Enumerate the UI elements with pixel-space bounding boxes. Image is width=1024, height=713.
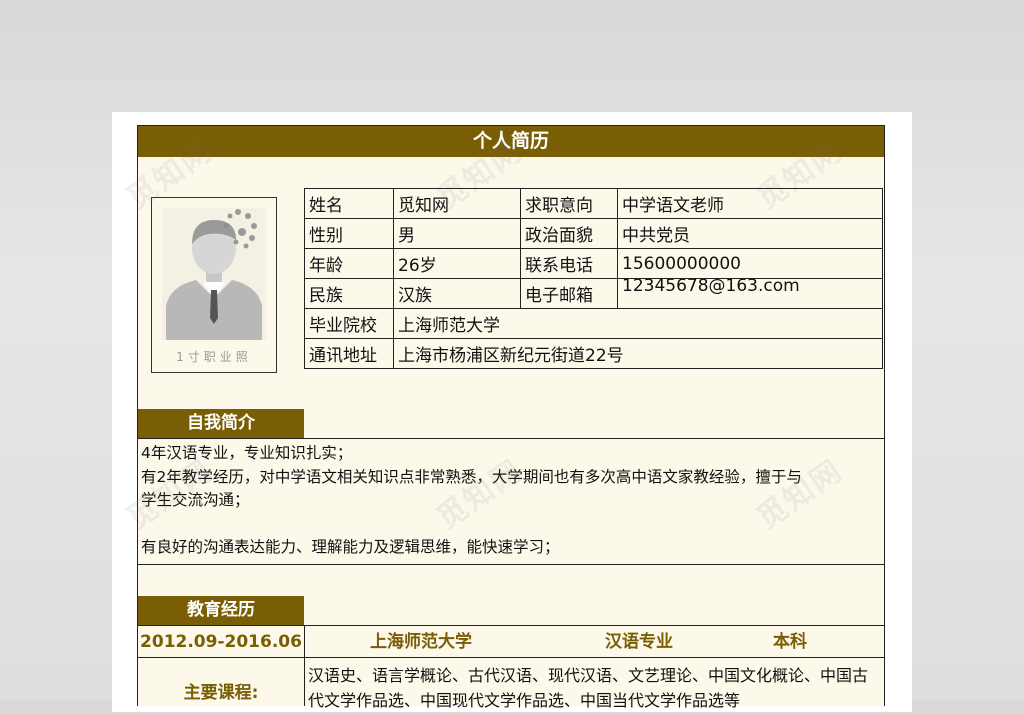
info-value: 中学语文老师 [617,188,883,219]
info-value: 上海师范大学 [393,308,883,339]
info-value: 上海市杨浦区新纪元街道22号 [393,338,883,369]
intro-line [141,513,879,537]
info-value: 觅知网 [393,188,521,219]
intro-text: 4年汉语专业，专业知识扎实； 有2年教学经历，对中学语文相关知识点非常熟悉，大学… [141,442,879,560]
person-silhouette-icon [162,208,266,340]
intro-line: 有良好的沟通表达能力、理解能力及逻辑思维，能快速学习； [141,538,560,556]
divider [138,625,884,626]
info-value: 12345678@163.com [617,278,883,309]
info-label: 电子邮箱 [520,278,618,309]
edu-major: 汉语专业 [605,632,673,652]
info-label: 通讯地址 [304,338,394,369]
table-row: 年龄 26岁 联系电话 15600000000 [304,248,883,279]
info-label: 求职意向 [520,188,618,219]
course-label: 主要课程: [183,683,259,703]
education-row: 2012.09-2016.06 上海师范大学 汉语专业 本科 [138,627,884,657]
info-value: 汉族 [393,278,521,309]
resume: 个人简历 1寸职业照 姓名 觅知网 求职意向 中学语文老师 性别 男 政治面貌 … [137,125,885,710]
section-heading-education: 教育经历 [138,596,304,625]
column-divider [304,625,305,706]
info-label: 姓名 [304,188,394,219]
info-value: 15600000000 [617,248,883,279]
info-label: 联系电话 [520,248,618,279]
info-label: 性别 [304,218,394,249]
section-heading-intro: 自我简介 [138,409,304,438]
photo-caption: 1寸职业照 [176,350,252,364]
info-value: 男 [393,218,521,249]
divider [138,564,884,565]
intro-line: 4年汉语专业，专业知识扎实； [141,444,353,462]
divider [138,438,884,439]
edu-degree: 本科 [773,632,807,652]
table-row: 姓名 觅知网 求职意向 中学语文老师 [304,188,883,219]
info-label: 毕业院校 [304,308,394,339]
divider [138,657,884,658]
personal-info-table: 姓名 觅知网 求职意向 中学语文老师 性别 男 政治面貌 中共党员 年龄 26岁… [304,188,883,369]
info-value: 中共党员 [617,218,883,249]
course-text: 汉语史、语言学概论、古代汉语、现代汉语、文艺理论、中国文化概论、中国古代文学作品… [308,666,869,710]
info-label: 年龄 [304,248,394,279]
table-row: 毕业院校 上海师范大学 [304,308,883,339]
resume-title: 个人简历 [138,126,884,157]
edu-school: 上海师范大学 [370,632,472,652]
info-label: 民族 [304,278,394,309]
table-row: 民族 汉族 电子邮箱 12345678@163.com [304,278,883,309]
intro-line: 有2年教学经历，对中学语文相关知识点非常熟悉，大学期间也有多次高中语文家教经验，… [141,467,802,486]
intro-line: 学生交流沟通； [141,491,250,509]
table-row: 通讯地址 上海市杨浦区新纪元街道22号 [304,338,883,369]
photo-placeholder: 1寸职业照 [151,197,277,373]
table-row: 性别 男 政治面貌 中共党员 [304,218,883,249]
info-value: 26岁 [393,248,521,279]
info-label: 政治面貌 [520,218,618,249]
edu-period: 2012.09-2016.06 [140,632,302,652]
